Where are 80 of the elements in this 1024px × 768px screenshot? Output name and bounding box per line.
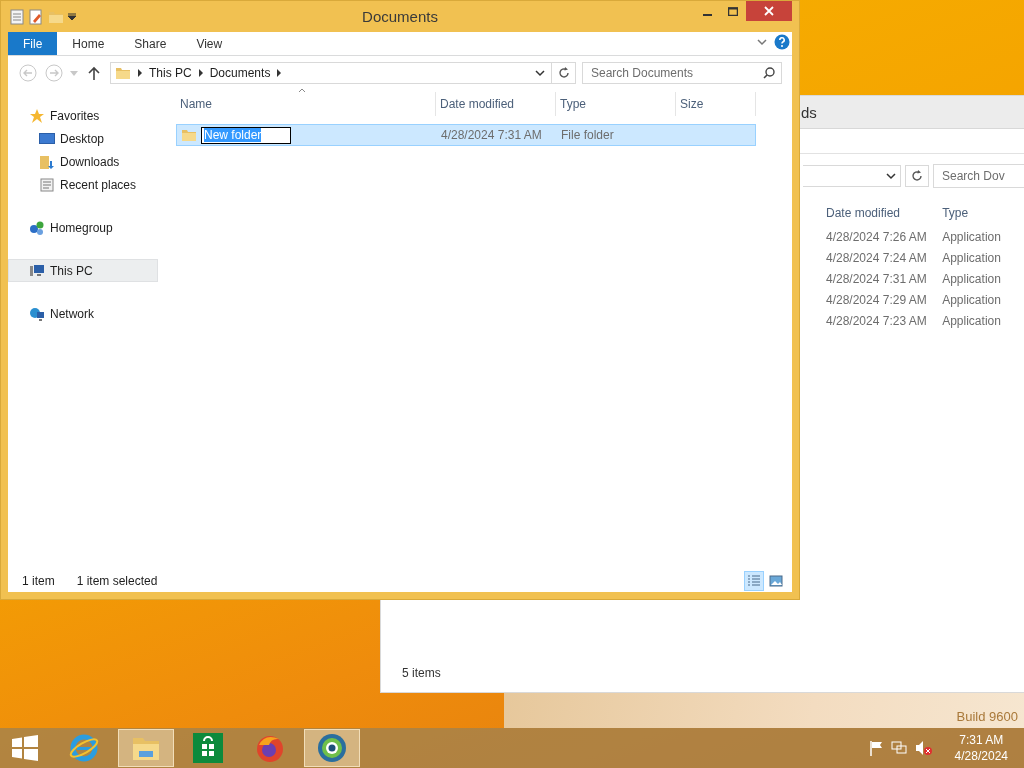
table-cell-text: Application [942,250,1002,265]
file-type: File folder [561,128,614,142]
chevron-icon [197,69,204,77]
browser-e-icon [69,733,99,763]
address-bar[interactable]: This PC Documents [110,62,576,84]
ribbon-tab[interactable]: Share [119,32,182,55]
minimize-icon [702,13,712,16]
table-cell-text: 4/28/2024 7:31 AM [826,271,928,286]
window-title: Documents [362,8,438,25]
search-icon [763,67,775,79]
close-button[interactable] [746,1,792,21]
ribbon-tab[interactable]: View [181,32,238,55]
search-field[interactable]: Search Dov [933,164,1024,188]
nav-item[interactable]: Recent places [8,173,158,196]
column-header[interactable]: Name [176,92,436,116]
breadcrumb[interactable]: Documents [209,66,271,80]
refresh-icon[interactable] [557,67,570,79]
star-icon [29,107,45,124]
fox-globe-icon [255,733,285,763]
computer-icon [29,262,45,279]
window-title: ds [801,103,817,121]
muted-speaker-icon[interactable] [914,740,933,756]
chevron-icon [276,69,283,77]
table-cell-text: 4/28/2024 7:23 AM [826,313,928,328]
folder-icon [181,127,197,143]
refresh-icon[interactable] [911,170,923,182]
table-cell-text: 4/28/2024 7:26 AM [826,229,928,244]
search-field[interactable]: Search Documents [582,62,782,84]
column-header[interactable]: Type [556,92,676,116]
column-header[interactable]: Date modified [436,92,556,116]
store-icon [193,733,223,763]
item-count: 1 item [22,574,55,588]
taskbar-app[interactable] [118,729,174,767]
table-cell-text: Application [942,229,1002,244]
table-cell-text: Application [942,292,1002,307]
build-watermark: Build 9600 [956,709,1018,724]
file-menu-tab[interactable]: File [8,32,58,55]
date-modified: 4/28/2024 7:31 AM [441,128,542,142]
download-folder-icon [39,153,55,170]
view-button[interactable] [744,571,764,591]
windows-logo-icon [12,735,38,761]
properties-icon[interactable] [10,8,24,25]
network-status-icon[interactable] [890,740,907,756]
refresh-button[interactable] [905,165,929,187]
nav-item[interactable]: Network [8,302,158,325]
table-cell-text: Application [942,271,1002,286]
monitor-icon [39,131,55,146]
breadcrumb[interactable]: This PC [149,66,192,80]
column-header[interactable]: Type [942,206,1024,220]
nav-item[interactable]: Downloads [8,150,158,173]
taskbar-app[interactable] [304,729,360,767]
homegroup-icon [29,219,45,236]
recent-places-icon [39,176,55,193]
ribbon-tab[interactable]: Home [57,32,120,55]
network-icon [29,305,45,322]
flag-icon[interactable] [868,740,883,756]
chevron-icon [137,69,143,77]
nav-item[interactable]: Favorites [8,104,158,127]
help-button[interactable] [772,32,792,52]
nav-item[interactable]: This PC [8,259,158,282]
nav-item[interactable]: Desktop [8,127,158,150]
new-document-icon[interactable] [28,8,44,25]
column-header[interactable]: Date modified [826,206,943,220]
file-row[interactable]: New folder 4/28/2024 7:31 AM File folder [176,124,756,146]
status-text: 5 items [402,666,441,680]
close-icon [764,6,774,16]
table-cell-text: 4/28/2024 7:29 AM [826,292,928,307]
nav-item[interactable]: Homegroup [8,216,158,239]
table-cell-text: Application [942,313,1002,328]
clock[interactable]: 7:31 AM 4/28/2024 [954,732,1008,764]
location-folder-icon [115,65,131,81]
selection-count: 1 item selected [76,574,158,588]
column-header[interactable]: Size [676,92,756,116]
large-icons-view-icon [769,575,783,587]
chevron-down-icon [757,38,767,46]
globe-icon [316,732,348,764]
maximize-icon [728,6,738,16]
table-cell-text: 4/28/2024 7:24 AM [826,250,928,265]
details-view-icon [747,575,761,587]
customize-arrow-icon[interactable] [68,12,76,21]
